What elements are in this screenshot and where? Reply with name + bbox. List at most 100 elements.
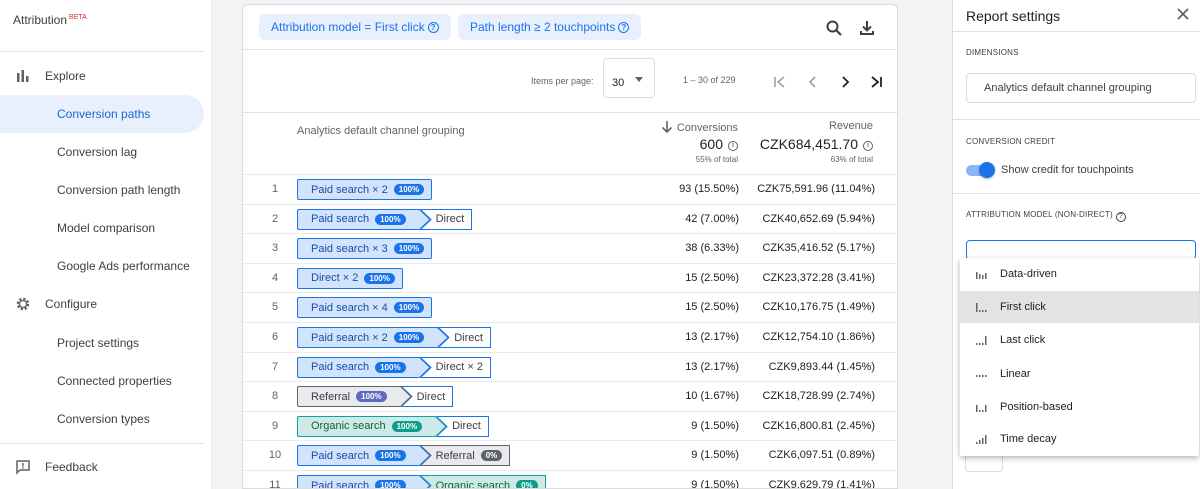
touchpoint-chip[interactable]: Paid search 100% (297, 356, 431, 378)
close-icon[interactable] (1174, 5, 1192, 23)
touchpoint-label: Direct × 2 (311, 272, 359, 285)
nav-configure-label: Configure (45, 297, 98, 311)
left-nav: Attribution BETA Explore Conversion paths… (0, 0, 212, 489)
help-icon[interactable]: ? (1115, 211, 1126, 222)
touchpoint-chip[interactable]: Organic search 0% (419, 475, 546, 488)
nav-explore[interactable]: Explore (14, 67, 86, 85)
touchpoint-chip[interactable]: Referral 100% (297, 386, 412, 408)
touchpoint-label: Paid search × 3 (311, 242, 388, 255)
path-arrow-icon (418, 208, 431, 230)
row-index: 3 (271, 242, 279, 255)
conversion-credit-label: CONVERSION CREDIT (966, 137, 1056, 146)
model-option-label: Position-based (1000, 401, 1073, 413)
credit-badge: 100% (393, 243, 425, 255)
nav-feedback-label: Feedback (45, 460, 98, 474)
model-option[interactable]: Linear (960, 358, 1199, 390)
conversions-cell: 15 (2.50%) (685, 271, 739, 284)
attribution-model-select[interactable] (966, 240, 1196, 260)
table-row[interactable]: 7 Paid search 100% Direct × 2 13 (2.17%) CZK9… (243, 351, 897, 382)
info-icon[interactable]: i (863, 140, 873, 151)
touchpoint-chip[interactable]: Paid search 100% (297, 445, 431, 467)
touchpoint-chip[interactable]: Paid search × 2 100% (297, 327, 449, 348)
revenue-column-header[interactable]: Revenue (783, 120, 873, 132)
model-option[interactable]: Time decay (960, 423, 1199, 455)
nav-item-conversion-path-length[interactable]: Conversion path length (0, 171, 204, 209)
touchpoint-label: Paid search × 2 (311, 183, 388, 196)
nav-item-model-comparison[interactable]: Model comparison (0, 209, 204, 247)
table-row[interactable]: 9 Organic search 100% Direct 9 (1.50%) CZK16,… (243, 410, 897, 441)
revenue-cell: CZK40,652.69 (5.94%) (762, 212, 875, 225)
conversions-column-header[interactable]: Conversions (653, 120, 738, 137)
touchpoint-chip[interactable]: Paid search 100% (297, 208, 431, 230)
nav-item-conversion-types[interactable]: Conversion types (0, 400, 204, 438)
conversion-path: Paid search × 2 100% Direct (297, 327, 491, 348)
total-conversions: 600 i (663, 136, 738, 152)
path-arrow-icon (418, 475, 431, 488)
bar-chart-icon (14, 67, 32, 85)
conversion-path: Paid search 100% Referral 0% (297, 445, 511, 467)
credit-badge: 100% (375, 480, 406, 488)
path-length-chip[interactable]: Path length ≥ 2 touchpoints ? (458, 14, 642, 40)
conversions-cell: 9 (1.50%) (691, 449, 739, 462)
touchpoint-label: Direct (416, 390, 446, 403)
nav-item-conversion-lag[interactable]: Conversion lag (0, 133, 204, 171)
table-row[interactable]: 6 Paid search × 2 100% Direct 13 (2.17%) CZK1… (243, 322, 897, 352)
touchpoint-chip[interactable]: Direct × 2 100% (297, 267, 403, 289)
app-title: Attribution BETA (13, 13, 87, 27)
attribution-model-chip[interactable]: Attribution model = First click ? (259, 14, 451, 40)
credit-badge: 0% (516, 480, 538, 488)
search-icon[interactable] (825, 19, 843, 37)
last-page-icon[interactable] (867, 73, 885, 91)
table-row[interactable]: 11 Paid search 100% Organic search 0% 9 (1.50… (243, 470, 897, 488)
first-page-icon[interactable] (771, 73, 789, 91)
nav-configure[interactable]: Configure (14, 295, 97, 313)
table-row[interactable]: 3 Paid search × 3 100% 38 (6.33%) CZK35,416.… (243, 233, 897, 263)
touchpoint-label: Paid search (311, 361, 370, 374)
nav-item-connected-properties[interactable]: Connected properties (0, 362, 204, 400)
toggle-knob (979, 162, 995, 178)
info-icon[interactable]: ? (618, 21, 630, 33)
nav-item-google-ads-performance[interactable]: Google Ads performance (0, 247, 204, 285)
touchpoint-label: Direct (452, 420, 481, 433)
model-option[interactable]: Position-based (960, 391, 1199, 423)
row-index: 4 (271, 271, 279, 284)
path-arrow-icon (418, 356, 431, 378)
model-option[interactable]: First click (960, 291, 1199, 323)
touchpoint-chip[interactable]: Paid search × 3 100% (297, 238, 433, 260)
panel-divider (953, 31, 1200, 32)
path-arrow-icon (437, 327, 449, 348)
download-icon[interactable] (858, 19, 876, 37)
table-row[interactable]: 8 Referral 100% Direct 10 (1.67%) CZK18,728.9… (243, 381, 897, 411)
nav-item-project-settings[interactable]: Project settings (0, 324, 204, 362)
touchpoint-chip[interactable]: Referral 0% (419, 445, 511, 467)
touchpoint-chip[interactable]: Paid search 100% (297, 475, 431, 488)
nav-item-conversion-paths[interactable]: Conversion paths (0, 95, 204, 133)
total-revenue-pct: 63% of total (830, 155, 873, 164)
nav-feedback[interactable]: Feedback (14, 458, 98, 476)
touchpoint-label: Paid search (311, 449, 370, 462)
dimension-select[interactable]: Analytics default channel grouping (966, 73, 1196, 103)
info-icon[interactable]: ? (427, 21, 439, 33)
info-icon[interactable]: i (728, 140, 738, 151)
table-row[interactable]: 1 Paid search × 2 100% 93 (15.50%) CZK75,591… (243, 174, 897, 204)
dimension-column-header[interactable]: Analytics default channel grouping (297, 125, 465, 137)
touchpoint-chip[interactable]: Paid search × 2 100% (297, 179, 433, 200)
model-option[interactable]: Last click (960, 324, 1199, 356)
table-row[interactable]: 10 Paid search 100% Referral 0% 9 (1.50%) CZK6… (243, 440, 897, 470)
show-credit-toggle[interactable] (966, 162, 995, 178)
table-row[interactable]: 4 Direct × 2 100% 15 (2.50%) CZK23,372.28 (3… (243, 262, 897, 293)
touchpoint-label: Referral (435, 449, 475, 462)
conversion-path: Organic search 100% Direct (297, 415, 489, 437)
items-per-page-select[interactable]: 30 (603, 58, 655, 98)
touchpoint-chip[interactable]: Organic search 100% (297, 415, 447, 437)
model-option[interactable]: Data-driven (960, 258, 1199, 290)
previous-page-icon[interactable] (804, 73, 822, 91)
conversions-cell: 38 (6.33%) (685, 242, 739, 255)
table-row[interactable]: 2 Paid search 100% Direct 42 (7.00%) CZK40,65… (243, 203, 897, 234)
table-row[interactable]: 5 Paid search × 4 100% 15 (2.50%) CZK10,176.… (243, 292, 897, 322)
touchpoint-chip[interactable]: Paid search × 4 100% (297, 297, 433, 319)
next-page-icon[interactable] (836, 73, 854, 91)
revenue-cell: CZK12,754.10 (1.86%) (762, 331, 875, 343)
app-title-text: Attribution (13, 13, 68, 27)
credit-badge: 0% (480, 450, 503, 462)
